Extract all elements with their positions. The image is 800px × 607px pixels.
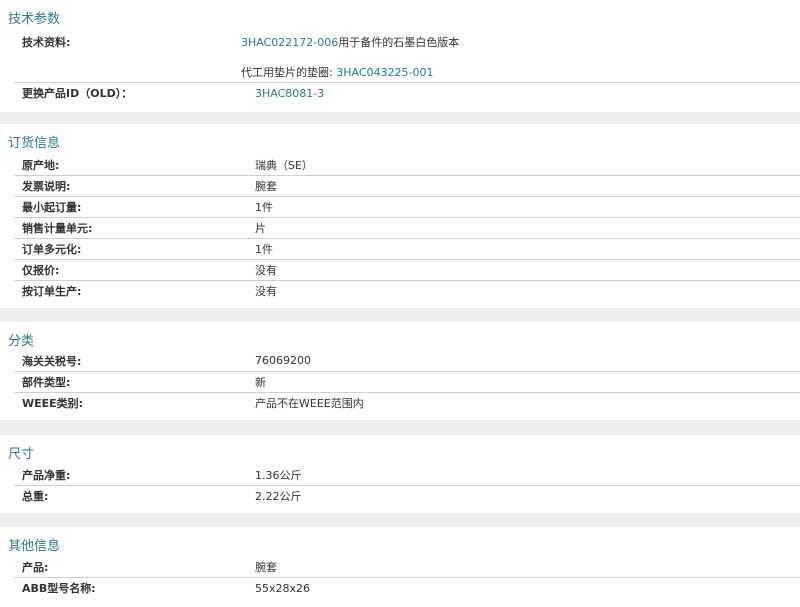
label-gross-weight: 总重: [22, 490, 49, 503]
value-origin: 瑞典（SE） [255, 158, 313, 172]
label-customs-tariff: 海关关税号: [22, 354, 82, 368]
section-title-order: 订货信息 [8, 136, 61, 151]
row-make-to-order: 按订单生产: 没有 [14, 281, 800, 301]
section-title-tech: 技术参数 [8, 12, 61, 27]
label-net-weight: 产品净重: [22, 468, 71, 482]
value-sales-unit: 片 [255, 222, 266, 235]
label-sales-unit: 销售计量单元: [22, 222, 93, 235]
value-make-to-order: 没有 [255, 285, 277, 298]
value-product: 腕套 [255, 561, 277, 574]
section-classification: 分类 海关关税号: 76069200 部件类型: 新 WEEE类别: 产品不在W… [0, 322, 800, 420]
row-gross-weight: 总重: 2.22公斤 [14, 486, 800, 506]
value-order-multiple: 1件 [255, 243, 273, 256]
value-customs-tariff: 76069200 [255, 354, 311, 367]
label-product: 产品: [22, 561, 49, 574]
section-tech: 技术参数 技术资料: 3HAC022172-006用于备件的石墨白色版本 代工用… [0, 0, 800, 112]
label-invoice: 发票说明: [22, 180, 71, 193]
section-title-classification: 分类 [8, 334, 35, 349]
row-part-type: 部件类型: 新 [14, 372, 800, 393]
row-customs-tariff: 海关关税号: 76069200 [14, 350, 800, 372]
row-min-order: 最小起订量: 1件 [14, 197, 800, 218]
value-abb-type: 55x28x26 [255, 581, 311, 595]
value-net-weight: 1.36公斤 [255, 468, 302, 482]
link-old-id[interactable]: 3HAC8081-3 [255, 87, 324, 100]
value-tech-docs-line1: 3HAC022172-006用于备件的石墨白色版本 [241, 34, 459, 50]
row-product: 产品: 腕套 [14, 557, 800, 578]
link-doc-3hac022172[interactable]: 3HAC022172-006 [241, 36, 338, 49]
row-order-multiple: 订单多元化: 1件 [14, 239, 800, 260]
label-old-id: 更换产品ID（OLD）： [22, 87, 133, 100]
value-tech-docs-line2: 代工用垫片的垫圈: 3HAC043225-001 [241, 64, 433, 80]
row-sales-unit: 销售计量单元: 片 [14, 218, 800, 239]
section-order: 订货信息 原产地: 瑞典（SE） 发票说明: 腕套 最小起订量: 1件 销售计量… [0, 124, 800, 308]
row-old-id: 更换产品ID（OLD）： 3HAC8081-3 [14, 83, 800, 103]
row-quote-only: 仅报价: 没有 [14, 260, 800, 281]
section-title-dimensions: 尺寸 [8, 447, 35, 462]
label-tech-docs: 技术资料: [22, 36, 71, 49]
label-origin: 原产地: [22, 158, 60, 172]
label-min-order: 最小起订量: [22, 201, 82, 214]
label-part-type: 部件类型: [22, 376, 71, 389]
text-doc-desc: 用于备件的石墨白色版本 [338, 36, 460, 49]
row-weee: WEEE类别: 产品不在WEEE范围内 [14, 393, 800, 413]
row-origin: 原产地: 瑞典（SE） [14, 154, 800, 176]
label-weee: WEEE类别: [22, 397, 84, 410]
value-part-type: 新 [255, 376, 266, 389]
link-doc-3hac043225[interactable]: 3HAC043225-001 [336, 66, 433, 79]
label-make-to-order: 按订单生产: [22, 285, 82, 298]
section-other: 其他信息 产品: 腕套 ABB型号名称: 55x28x26 [0, 527, 800, 607]
value-min-order: 1件 [255, 201, 273, 214]
text-doc-line2-prefix: 代工用垫片的垫圈: [241, 66, 333, 79]
value-invoice: 腕套 [255, 180, 277, 193]
section-dimensions: 尺寸 产品净重: 1.36公斤 总重: 2.22公斤 [0, 435, 800, 513]
value-gross-weight: 2.22公斤 [255, 490, 302, 503]
label-quote-only: 仅报价: [22, 264, 60, 277]
label-abb-type: ABB型号名称: [22, 582, 96, 595]
value-quote-only: 没有 [255, 264, 277, 277]
label-order-multiple: 订单多元化: [22, 243, 82, 256]
row-abb-type: ABB型号名称: 55x28x26 [14, 578, 800, 598]
value-weee: 产品不在WEEE范围内 [255, 397, 364, 410]
section-title-other: 其他信息 [8, 539, 61, 554]
row-net-weight: 产品净重: 1.36公斤 [14, 464, 800, 486]
row-invoice: 发票说明: 腕套 [14, 176, 800, 197]
